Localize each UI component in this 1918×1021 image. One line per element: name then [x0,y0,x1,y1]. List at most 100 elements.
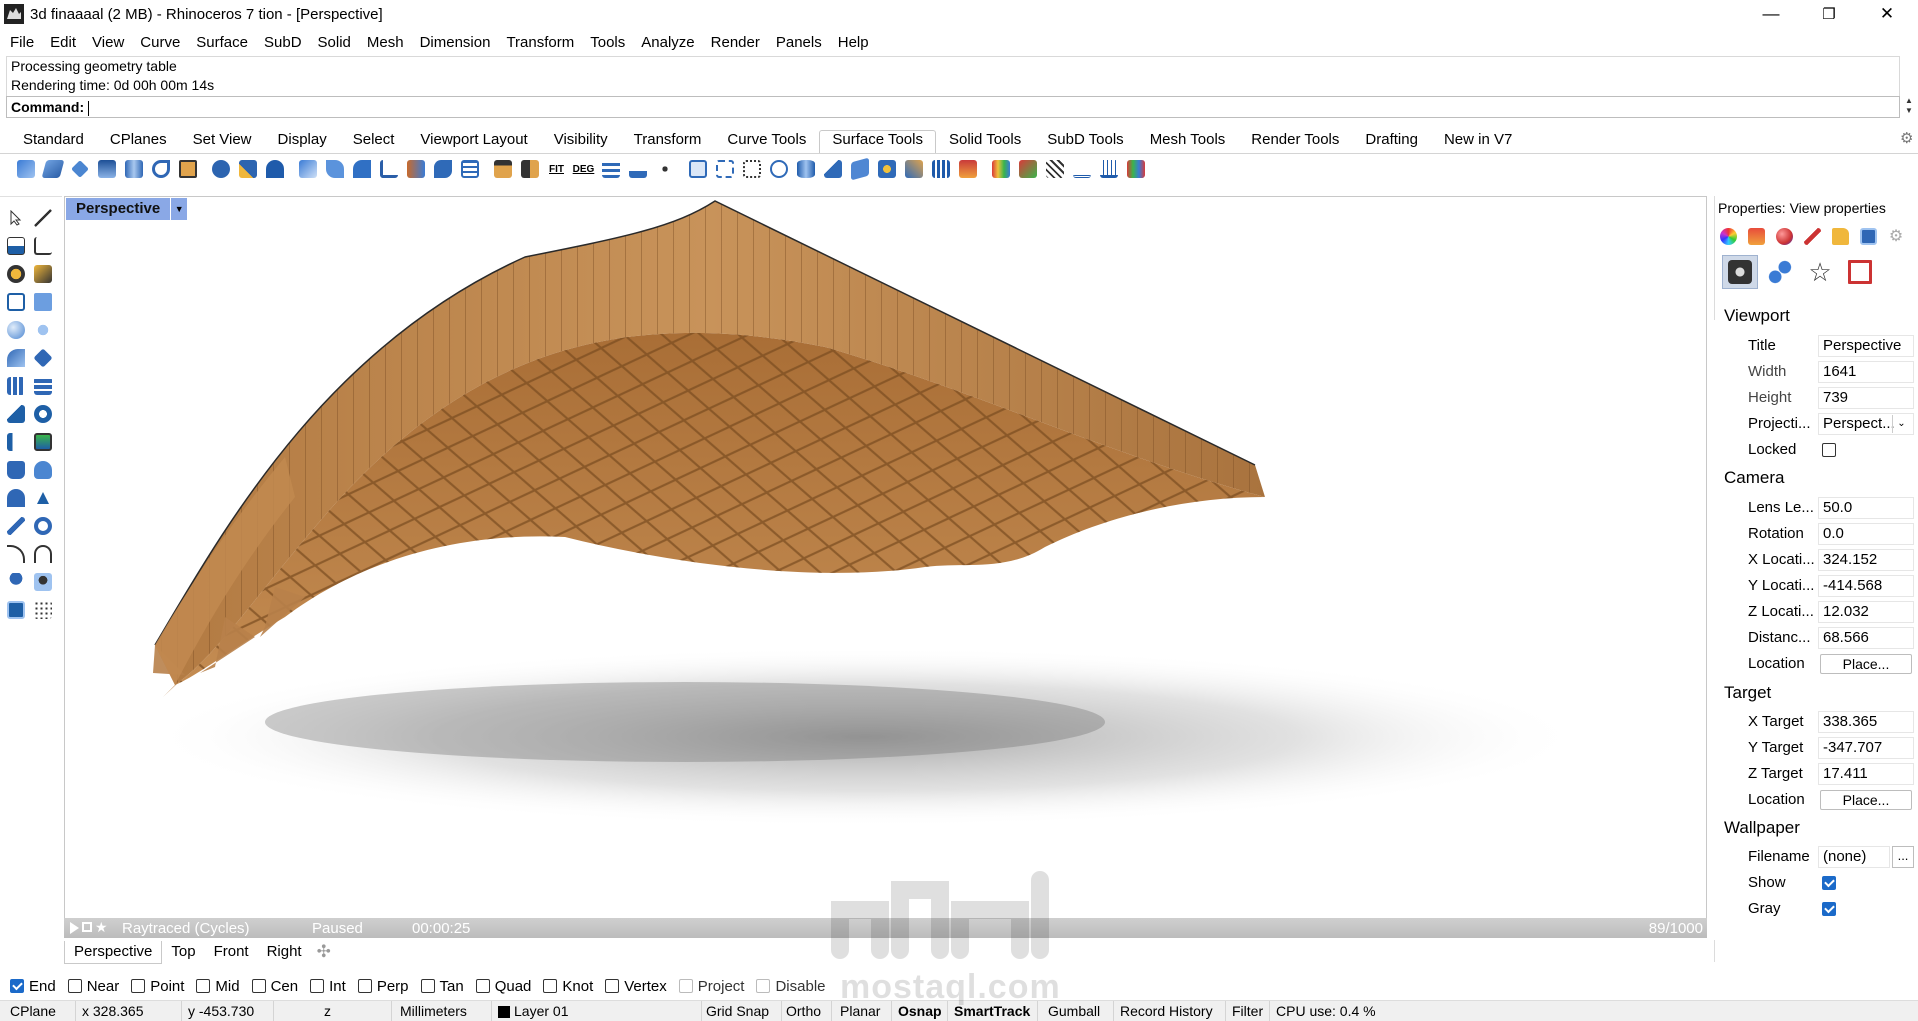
contour-icon[interactable] [927,156,954,183]
display-tab-icon[interactable] [1800,224,1824,248]
menu-tools[interactable]: Tools [582,34,633,51]
viewport-menu-chevron-icon[interactable]: ▼ [171,198,188,220]
osnap-cen[interactable]: Cen [251,978,298,995]
pipe-icon[interactable] [4,514,28,538]
rebuild-surface-icon[interactable] [489,156,516,183]
prop-gray-checkbox[interactable] [1822,902,1836,916]
prop-zloc-field[interactable]: 12.032 [1818,601,1914,623]
menu-analyze[interactable]: Analyze [633,34,702,51]
tab-solid-tools[interactable]: Solid Tools [936,130,1034,154]
osnap-point[interactable]: Point [131,978,184,995]
target-place-button[interactable]: Place... [1820,790,1912,810]
osnap-knot[interactable]: Knot [543,978,593,995]
section-target[interactable]: Target [1724,683,1771,703]
tab-standard[interactable]: Standard [10,130,97,154]
dimension-icon[interactable] [1068,156,1095,183]
prop-title-field[interactable]: Perspective [1818,335,1914,357]
menu-curve[interactable]: Curve [132,34,188,51]
add-viewport-icon[interactable]: ✣ [311,942,337,962]
prop-xtarget-field[interactable]: 338.365 [1818,711,1914,733]
osnap-near-checkbox[interactable] [67,979,82,993]
menu-subd[interactable]: SubD [256,34,310,51]
status-grid-snap[interactable]: Grid Snap [702,1001,782,1021]
osnap-perp-checkbox[interactable] [357,979,372,993]
cylinder-icon[interactable] [792,156,819,183]
chamfer-surface-icon[interactable] [375,156,402,183]
section-viewport[interactable]: Viewport [1724,306,1790,326]
viewport-tab-right[interactable]: Right [258,941,311,963]
control-points-icon[interactable] [651,156,678,183]
fit-surface-icon[interactable]: FIT [543,156,570,183]
prop-lens-field[interactable]: 50.0 [1818,497,1914,519]
surface-icon[interactable] [4,346,28,370]
tab-transform[interactable]: Transform [621,130,715,154]
chevron-down-icon[interactable]: ⌄ [1892,415,1910,433]
perspective-viewport[interactable] [64,196,1707,938]
polyline-icon[interactable] [31,234,55,258]
osnap-end[interactable]: End [10,978,56,995]
planar-curves-icon[interactable] [66,156,93,183]
dimension-tool-icon[interactable] [4,542,28,566]
arc-dimension-icon[interactable] [31,542,55,566]
extrude-icon[interactable] [93,156,120,183]
loft-icon[interactable] [120,156,147,183]
osnap-tan[interactable]: Tan [420,978,464,995]
degree-surface-icon[interactable]: DEG [570,156,597,183]
minimize-button[interactable]: — [1742,0,1800,28]
osnap-int-checkbox[interactable] [310,979,325,993]
cone-icon[interactable] [4,486,28,510]
osnap-tan-checkbox[interactable] [420,979,435,993]
status-smarttrack[interactable]: SmartTrack [950,1001,1038,1021]
osnap-mid[interactable]: Mid [196,978,240,995]
close-button[interactable]: ✕ [1858,0,1916,28]
viewport-title-tab[interactable]: Perspective ▼ [66,198,188,220]
light-icon[interactable] [4,570,28,594]
scale-icon[interactable] [4,430,28,454]
box-icon[interactable] [4,458,28,482]
osnap-vertex-checkbox[interactable] [605,979,620,993]
view-frame-icon[interactable] [1842,255,1878,289]
prop-distance-field[interactable]: 68.566 [1818,627,1914,649]
tab-display[interactable]: Display [265,130,340,154]
isocurve-icon[interactable] [765,156,792,183]
prop-rotation-field[interactable]: 0.0 [1818,523,1914,545]
status-osnap[interactable]: Osnap [894,1001,948,1021]
toolbar-gear-icon[interactable]: ⚙ [1900,129,1916,147]
osnap-knot-checkbox[interactable] [543,979,558,993]
osnap-perp[interactable]: Perp [357,978,409,995]
grid-dots-icon[interactable] [31,598,55,622]
view-transform-icon[interactable] [1762,255,1798,289]
restore-button[interactable]: ❐ [1800,0,1858,28]
sphere-icon[interactable] [4,318,28,342]
lock-icon[interactable] [82,922,92,932]
sweep1-icon[interactable] [207,156,234,183]
osnap-quad[interactable]: Quad [475,978,531,995]
status-ortho[interactable]: Ortho [782,1001,832,1021]
status-planar[interactable]: Planar [836,1001,892,1021]
tab-cplanes[interactable]: CPlanes [97,130,180,154]
shrink-surface-icon[interactable] [456,156,483,183]
gear-transform-icon[interactable] [31,402,55,426]
mesh-box-icon[interactable] [31,374,55,398]
menu-mesh[interactable]: Mesh [359,34,412,51]
osnap-cen-checkbox[interactable] [251,979,266,993]
prop-xloc-field[interactable]: 324.152 [1818,549,1914,571]
render-controls[interactable]: ★ [70,920,120,934]
osnap-project-checkbox[interactable] [678,979,693,993]
tab-drafting[interactable]: Drafting [1352,130,1431,154]
surface-from-edges-icon[interactable] [39,156,66,183]
command-input[interactable]: Command: [6,96,1900,118]
section-wallpaper[interactable]: Wallpaper [1724,818,1800,838]
tab-select[interactable]: Select [340,130,408,154]
prop-locked-checkbox[interactable] [1822,443,1836,457]
tab-subd-tools[interactable]: SubD Tools [1034,130,1136,154]
files-tab-icon[interactable] [1828,224,1852,248]
rail-revolve-icon[interactable] [261,156,288,183]
osnap-quad-checkbox[interactable] [475,979,490,993]
osnap-point-checkbox[interactable] [131,979,146,993]
viewport-tab-top[interactable]: Top [162,941,204,963]
tab-curve-tools[interactable]: Curve Tools [714,130,819,154]
help-tab-icon[interactable] [1856,224,1880,248]
menu-render[interactable]: Render [703,34,768,51]
properties-tab-icon[interactable] [1716,224,1740,248]
